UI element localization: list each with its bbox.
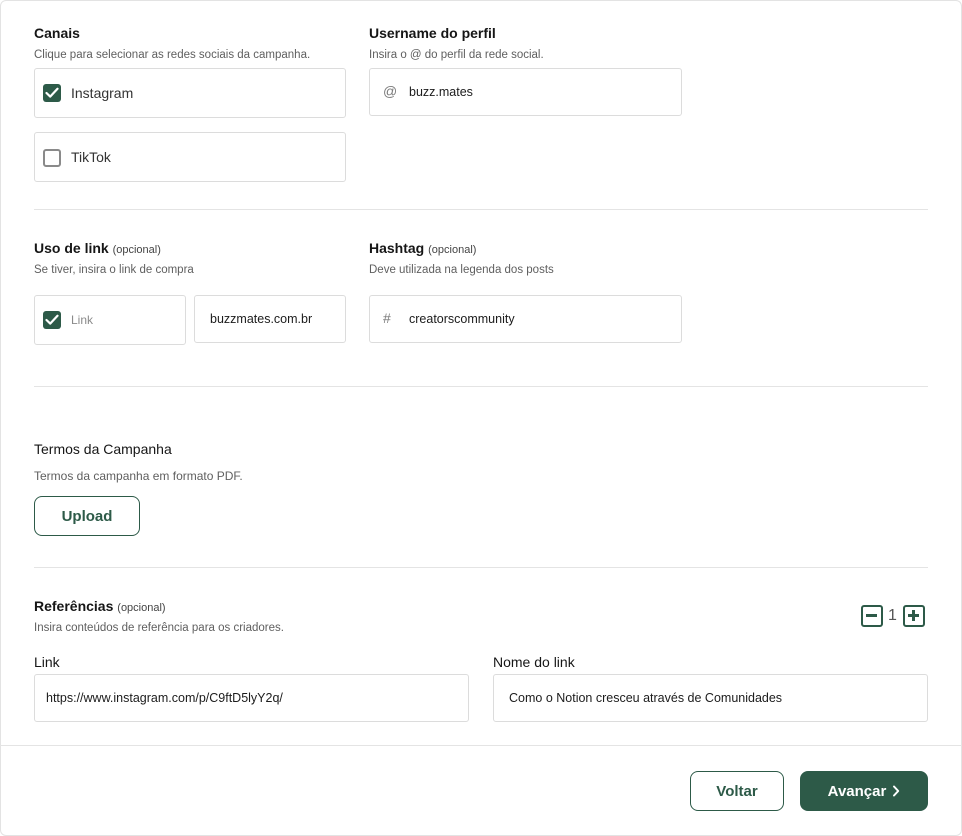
channel-label-tiktok: TikTok — [71, 149, 111, 165]
references-optional: (opcional) — [117, 602, 166, 614]
back-button[interactable]: Voltar — [690, 771, 784, 811]
decrement-button[interactable] — [861, 605, 883, 627]
username-value: buzz.mates — [409, 85, 473, 99]
reference-count: 1 — [888, 607, 897, 624]
reference-name-value: Como o Notion cresceu através de Comunid… — [509, 691, 783, 705]
references-subtitle: Insira conteúdos de referência para os c… — [34, 622, 284, 634]
minus-icon — [866, 614, 877, 617]
channel-label-instagram: Instagram — [71, 85, 134, 101]
link-url-value: buzzmates.com.br — [210, 312, 313, 326]
references-title: Referências (opcional) — [34, 598, 166, 614]
references-title-text: Referências — [34, 598, 114, 614]
hashtag-title-text: Hashtag — [369, 240, 425, 256]
at-sign-icon: @ — [383, 83, 398, 99]
reference-link-value: https://www.instagram.com/p/C9ftD5lyY2q/ — [46, 691, 283, 705]
checkbox-checked-icon[interactable] — [43, 311, 61, 329]
section-divider — [34, 386, 928, 387]
hashtag-value: creatorscommunity — [409, 312, 515, 326]
plus-icon-v — [912, 610, 915, 621]
section-divider — [34, 209, 928, 210]
link-checkbox-box[interactable]: Link — [34, 295, 186, 345]
reference-name-input[interactable]: Como o Notion cresceu através de Comunid… — [493, 674, 928, 722]
increment-button[interactable] — [903, 605, 925, 627]
channel-option-instagram[interactable]: Instagram — [34, 68, 346, 118]
canais-title: Canais — [34, 25, 80, 41]
canais-subtitle: Clique para selecionar as redes sociais … — [34, 49, 311, 61]
footer-divider — [0, 745, 962, 746]
reference-name-label: Nome do link — [493, 654, 575, 670]
hash-icon: # — [383, 310, 391, 326]
next-button[interactable]: Avançar — [800, 771, 928, 811]
terms-subtitle: Termos da campanha em formato PDF. — [34, 469, 243, 483]
chevron-right-icon — [893, 785, 900, 797]
upload-button[interactable]: Upload — [34, 496, 140, 536]
link-usage-title: Uso de link (opcional) — [34, 240, 161, 256]
terms-title: Termos da Campanha — [34, 441, 172, 457]
link-usage-title-text: Uso de link — [34, 240, 109, 256]
link-checkbox-label: Link — [71, 313, 94, 327]
link-usage-subtitle: Se tiver, insira o link de compra — [34, 264, 194, 276]
next-button-label: Avançar — [827, 782, 887, 800]
link-usage-optional: (opcional) — [112, 244, 161, 256]
section-divider — [34, 567, 928, 568]
checkbox-unchecked-icon[interactable] — [43, 149, 61, 167]
channel-option-tiktok[interactable]: TikTok — [34, 132, 346, 182]
hashtag-optional: (opcional) — [428, 244, 477, 256]
hashtag-subtitle: Deve utilizada na legenda dos posts — [369, 264, 554, 276]
link-url-input[interactable]: buzzmates.com.br — [194, 295, 346, 343]
username-title: Username do perfil — [369, 25, 496, 41]
hashtag-input[interactable]: # creatorscommunity — [369, 295, 682, 343]
checkbox-checked-icon[interactable] — [43, 84, 61, 102]
username-input[interactable]: @ buzz.mates — [369, 68, 682, 116]
username-subtitle: Insira o @ do perfil da rede social. — [369, 49, 544, 61]
hashtag-title: Hashtag (opcional) — [369, 240, 476, 256]
reference-link-input[interactable]: https://www.instagram.com/p/C9ftD5lyY2q/ — [34, 674, 469, 722]
reference-link-label: Link — [34, 654, 60, 670]
